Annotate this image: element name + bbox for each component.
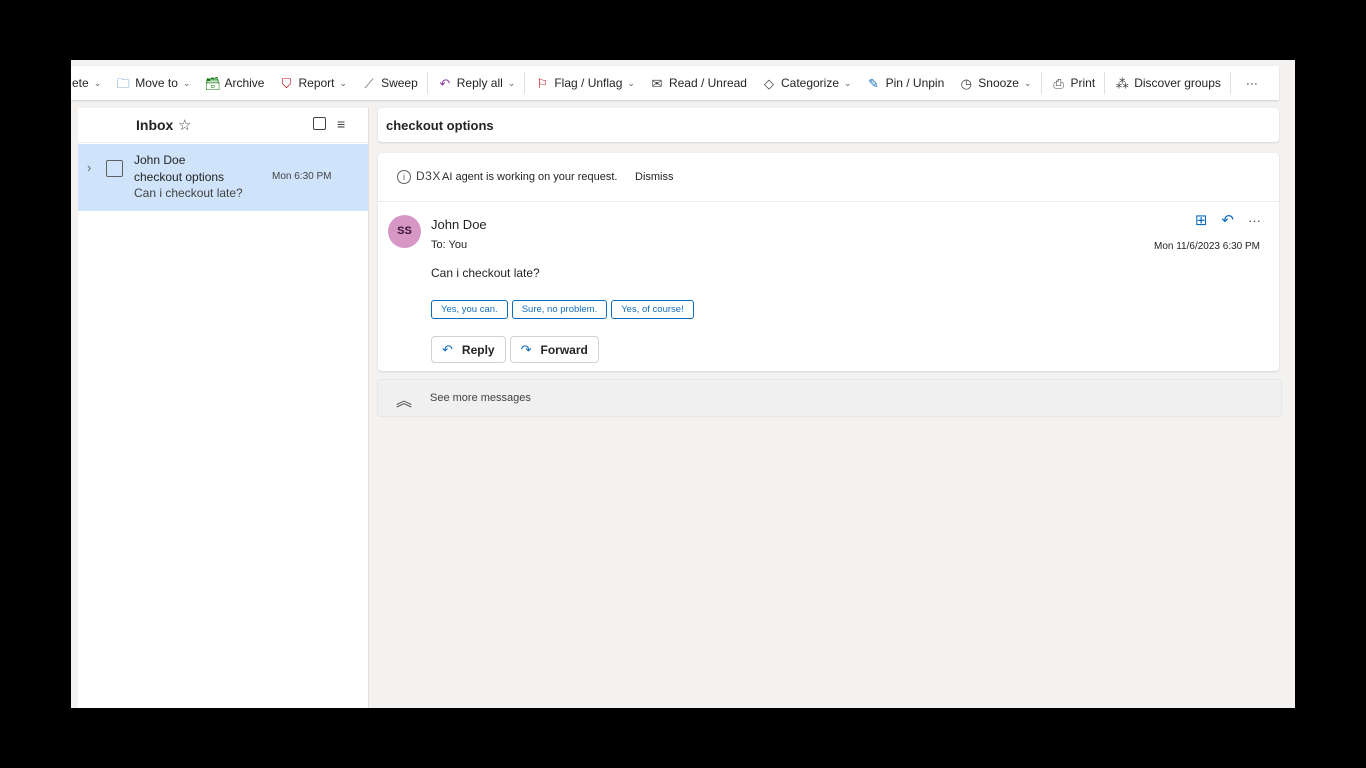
reply-icon[interactable]: ↶ [1221,211,1234,229]
message-date: Mon 11/6/2023 6:30 PM [1154,241,1260,252]
reply-all-button[interactable]: ↶ Reply all ⌄ [430,66,523,100]
chevron-down-icon[interactable]: ⌄ [183,78,191,89]
conversation-subject-bar: checkout options [378,108,1279,142]
chevron-down-icon[interactable]: ⌄ [627,78,635,89]
forward-button[interactable]: ↷ Forward [509,336,599,363]
recipient-line: To: You [431,239,468,251]
folder-move-icon: 🗀 [116,75,130,91]
sweep-button[interactable]: ⟋ Sweep [354,66,425,100]
message-list-pane: Inbox ☆ ≡ › John Doe checkout options Ca… [78,108,369,708]
archive-icon: 🗃 [204,75,221,91]
see-more-label: See more messages [430,392,531,404]
sender-name[interactable]: John Doe [431,217,487,232]
sweep-label: Sweep [381,76,418,90]
chevron-right-icon[interactable]: › [87,160,91,175]
toolbar-divider [1040,72,1042,94]
move-to-button[interactable]: 🗀 Move to ⌄ [108,66,197,100]
reply-all-icon: ↶ [439,75,451,91]
agent-notice-bar: i D3X AI agent is working on your reques… [378,153,1279,202]
groups-icon: ⁂ [1115,75,1129,91]
item-preview: Can i checkout late? [134,186,243,200]
toolbar-divider [524,72,526,94]
flag-button[interactable]: ⚐ Flag / Unflag ⌄ [527,66,642,100]
report-label: Report [298,76,335,90]
read-unread-button[interactable]: ✉ Read / Unread [642,66,754,100]
message-card: i D3X AI agent is working on your reques… [378,153,1279,371]
suggested-reply-3[interactable]: Yes, of course! [611,300,694,319]
broom-icon: ⟋ [364,75,374,91]
shield-icon: ⛉ [281,75,292,91]
select-mode-icon[interactable] [313,117,326,130]
dismiss-link[interactable]: Dismiss [635,171,674,183]
chevron-down-icon[interactable]: ⌄ [844,78,852,89]
more-actions-icon[interactable]: ··· [1248,213,1261,228]
chevron-down-icon[interactable]: ⌄ [508,78,516,89]
toolbar-divider [1104,72,1106,94]
chevron-down-icon[interactable]: ⌄ [94,78,102,89]
immersive-reader-icon[interactable]: ⊞ [1195,211,1208,229]
forward-label: Forward [540,342,588,357]
pin-button[interactable]: ✎ Pin / Unpin [859,66,952,100]
info-icon: i [397,170,411,184]
item-time: Mon 6:30 PM [272,171,332,182]
reply-label: Reply [461,342,495,357]
snooze-button[interactable]: ◷ Snooze ⌄ [951,66,1038,100]
see-more-messages-bar[interactable]: ︽ See more messages [377,379,1282,417]
reply-button[interactable]: ↶ Reply [431,336,506,363]
conversation-subject: checkout options [386,118,494,133]
toolbar-divider [1229,72,1231,94]
snooze-label: Snooze [978,76,1019,90]
delete-label: ete [72,76,89,90]
pin-label: Pin / Unpin [885,76,945,90]
double-chevron-up-icon: ︽ [396,393,413,410]
item-sender: John Doe [134,153,186,167]
print-button[interactable]: ⎙ Print [1044,66,1103,100]
folder-title: Inbox [136,117,174,133]
avatar[interactable]: SS [388,215,421,248]
envelope-open-icon: ✉ [651,75,663,91]
more-options-button[interactable]: ··· [1233,66,1265,100]
forward-icon: ↷ [520,341,532,357]
discover-groups-button[interactable]: ⁂ Discover groups [1107,66,1228,100]
tag-icon: ◇ [763,75,774,91]
flag-label: Flag / Unflag [554,76,623,90]
flag-icon: ⚐ [536,75,549,91]
message-body: Can i checkout late? [431,266,540,280]
pin-icon: ✎ [868,75,880,91]
more-icon: ··· [1245,76,1258,90]
report-button[interactable]: ⛉ Report ⌄ [271,66,354,100]
suggested-reply-2[interactable]: Sure, no problem. [511,300,608,319]
categorize-button[interactable]: ◇ Categorize ⌄ [754,66,859,100]
message-actions: ↶ Reply ↷ Forward [431,336,599,363]
list-header: Inbox ☆ ≡ [78,108,368,143]
archive-label: Archive [224,76,265,90]
delete-button[interactable]: ete ⌄ [71,66,108,100]
list-item[interactable]: › John Doe checkout options Can i checko… [78,144,368,211]
notice-brand: D3X [416,169,441,183]
item-checkbox[interactable] [106,160,123,177]
filter-icon[interactable]: ≡ [337,116,345,132]
discover-groups-label: Discover groups [1134,76,1221,90]
command-toolbar: ete ⌄ 🗀 Move to ⌄ 🗃 Archive ⛉ Report ⌄ ⟋ Sw… [71,66,1279,100]
chevron-down-icon[interactable]: ⌄ [340,78,348,89]
outlook-window: ete ⌄ 🗀 Move to ⌄ 🗃 Archive ⛉ Report ⌄ ⟋ Sw… [71,60,1295,708]
categorize-label: Categorize [780,76,840,90]
move-to-label: Move to [135,76,178,90]
archive-button[interactable]: 🗃 Archive [197,66,271,100]
notice-text: AI agent is working on your request. [442,171,618,183]
item-subject: checkout options [134,170,225,184]
star-icon[interactable]: ☆ [178,116,191,134]
suggested-reply-1[interactable]: Yes, you can. [431,300,508,319]
printer-icon: ⎙ [1053,75,1064,91]
suggested-replies: Yes, you can. Sure, no problem. Yes, of … [431,300,694,319]
reply-all-label: Reply all [456,76,503,90]
reply-icon: ↶ [442,341,453,357]
read-unread-label: Read / Unread [668,76,747,90]
print-label: Print [1070,76,1096,90]
message-header-actions: ⊞ ↶ ··· [1195,211,1261,229]
chevron-down-icon[interactable]: ⌄ [1024,78,1032,89]
toolbar-divider [426,72,428,94]
clock-icon: ◷ [960,75,972,91]
